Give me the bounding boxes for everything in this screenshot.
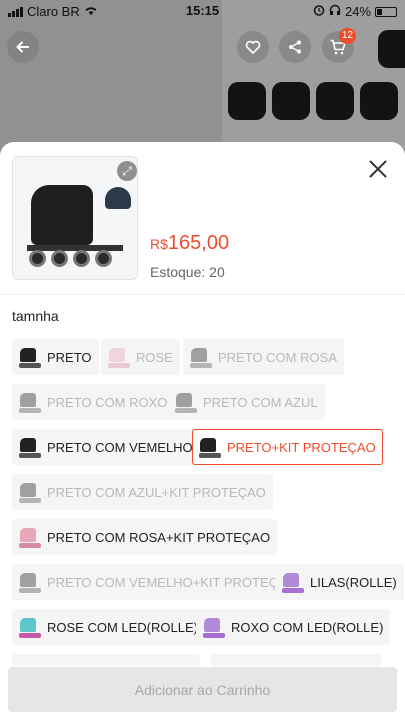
option-label: PRETO xyxy=(47,349,92,365)
option-preto-com-azul-kit-protecao[interactable]: PRETO COM AZUL+KIT PROTEÇAO xyxy=(12,474,273,510)
option-label: ROSE COM LED(ROLLE) xyxy=(47,619,198,635)
close-button[interactable] xyxy=(365,156,391,182)
heart-icon xyxy=(245,40,261,55)
option-preto-com-roxo[interactable]: PRETO COM ROXO xyxy=(12,384,175,420)
share-button[interactable] xyxy=(279,31,311,63)
variation-title: tamnha xyxy=(12,308,59,324)
option-label: LILAS(ROLLE) xyxy=(310,574,397,590)
currency-symbol: R$ xyxy=(150,236,168,252)
option-label: PRETO COM ROSA xyxy=(218,349,337,365)
background-product-page xyxy=(0,0,405,160)
option-preto-com-rosa-kit-protecao[interactable]: PRETO COM ROSA+KIT PROTEÇAO xyxy=(12,519,278,555)
price: R$ 165,00 xyxy=(150,232,229,255)
option-label: PRETO COM AZUL xyxy=(203,394,318,410)
alarm-icon xyxy=(313,4,325,19)
battery-percent: 24% xyxy=(344,4,371,19)
skate-pink-kit-thumb-icon xyxy=(17,524,43,550)
option-label: PRETO COM ROXO xyxy=(47,394,168,410)
skate-black-red-thumb-icon xyxy=(17,434,43,460)
option-label: ROSE xyxy=(136,349,173,365)
product-thumbnail[interactable]: ⤢ xyxy=(12,156,138,280)
option-row-partial[interactable] xyxy=(12,654,200,666)
divider xyxy=(0,294,405,295)
skate-kit-thumb-icon xyxy=(197,434,223,460)
skate-pink-thumb-icon xyxy=(106,344,132,370)
skate-rose-led-thumb-icon xyxy=(17,614,43,640)
arrow-left-icon xyxy=(16,41,29,53)
add-to-cart-button[interactable]: Adicionar ao Carrinho xyxy=(8,667,397,712)
option-preto-com-rosa[interactable]: PRETO COM ROSA xyxy=(183,339,344,375)
skate-black-blue-thumb-icon xyxy=(173,389,199,415)
option-roxo-com-led-rolle[interactable]: ROXO COM LED(ROLLE) xyxy=(196,609,391,645)
status-bar: Claro BR 15:15 24% xyxy=(0,0,405,22)
option-row-partial[interactable] xyxy=(210,654,382,666)
option-label: PRETO+KIT PROTEÇAO xyxy=(227,439,376,455)
option-lilas-rolle[interactable]: LILAS(ROLLE) xyxy=(275,564,404,600)
cart-count-badge: 12 xyxy=(338,28,356,44)
option-preto-com-azul[interactable]: PRETO COM AZUL xyxy=(168,384,325,420)
skate-red-kit-thumb-icon xyxy=(17,569,43,595)
option-preto[interactable]: PRETO xyxy=(12,339,99,375)
expand-image-icon[interactable]: ⤢ xyxy=(117,161,137,181)
share-icon xyxy=(289,40,301,54)
stock-label: Estoque: 20 xyxy=(150,264,225,280)
skate-blue-kit-thumb-icon xyxy=(17,479,43,505)
skate-purple-led-thumb-icon xyxy=(201,614,227,640)
option-preto-kit-protecao[interactable]: PRETO+KIT PROTEÇAO xyxy=(192,429,383,465)
price-value: 165,00 xyxy=(167,232,230,254)
option-label: PRETO COM ROSA+KIT PROTEÇAO xyxy=(47,529,271,545)
option-label: PRETO COM VEMELHO xyxy=(47,439,193,455)
skate-lilac-thumb-icon xyxy=(280,569,306,595)
headphones-icon xyxy=(329,4,341,19)
close-icon xyxy=(369,160,387,178)
option-preto-com-vemelho[interactable]: PRETO COM VEMELHO xyxy=(12,429,200,465)
option-rose[interactable]: ROSE xyxy=(101,339,180,375)
skate-black-thumb-icon xyxy=(17,344,43,370)
skate-black-pink-thumb-icon xyxy=(188,344,214,370)
favorite-button[interactable] xyxy=(237,31,269,63)
option-label: ROXO COM LED(ROLLE) xyxy=(231,619,384,635)
skate-image xyxy=(31,185,93,245)
skate-black-purple-thumb-icon xyxy=(17,389,43,415)
variation-bottom-sheet: ⤢ R$ 165,00 Estoque: 20 tamnha PRETO ROS… xyxy=(0,142,405,720)
cart-button[interactable]: 12 xyxy=(322,28,356,63)
option-rose-com-led-rolle[interactable]: ROSE COM LED(ROLLE) xyxy=(12,609,205,645)
option-label: PRETO COM VEMELHO+KIT PROTEÇA xyxy=(47,574,287,590)
back-button[interactable] xyxy=(7,31,39,63)
dim-overlay[interactable] xyxy=(0,0,405,160)
helmet-image xyxy=(105,187,131,209)
option-label: PRETO COM AZUL+KIT PROTEÇAO xyxy=(47,484,266,500)
battery-icon xyxy=(375,6,397,17)
option-preto-com-vemelho-kit-protecao[interactable]: PRETO COM VEMELHO+KIT PROTEÇA xyxy=(12,564,294,600)
